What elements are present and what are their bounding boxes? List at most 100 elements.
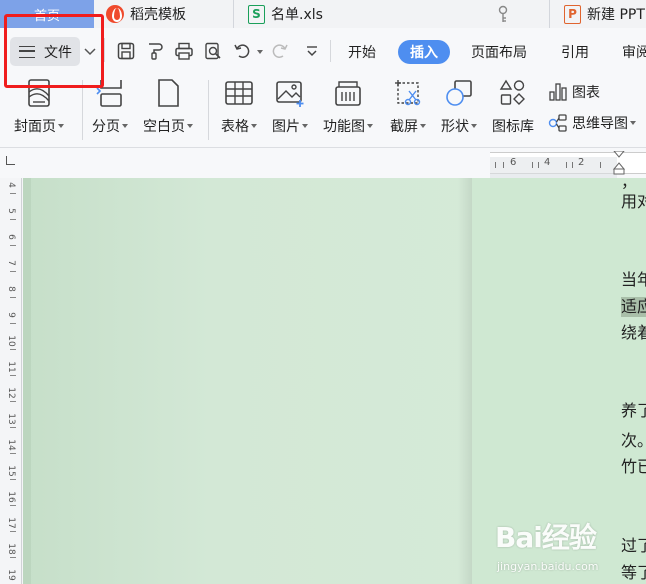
save-icon[interactable]: [116, 41, 136, 61]
ruler-mark: 2: [578, 157, 585, 168]
key-icon[interactable]: [496, 5, 510, 23]
ruler-mark: 14: [6, 439, 16, 451]
horizontal-ruler[interactable]: 6 4 2: [490, 151, 646, 179]
ruler-mark: 15: [6, 465, 16, 477]
cover-page-button[interactable]: 封面页: [14, 78, 64, 136]
picture-button[interactable]: 图片: [272, 78, 308, 136]
dropdown-arrow-icon: [471, 124, 477, 128]
ruler-mark: 16: [6, 491, 16, 503]
page-shadow: [458, 178, 472, 584]
tab-references[interactable]: 引用: [561, 40, 589, 64]
ruler-mark: 9: [6, 312, 16, 318]
text-line-fragment: ，: [621, 172, 638, 191]
file-menu-button[interactable]: 文件: [10, 37, 80, 66]
divider: [208, 80, 209, 140]
ruler-mark: 6: [6, 234, 16, 240]
hamburger-menu-icon: [19, 45, 35, 58]
dropdown-arrow-icon: [251, 124, 257, 128]
print-preview-icon[interactable]: [203, 41, 223, 61]
tab-home[interactable]: 首页: [0, 0, 94, 28]
dropdown-arrow-icon: [367, 124, 373, 128]
page-break-label: 分页: [92, 119, 120, 135]
tab-ppt-label: 新建 PPT: [587, 7, 645, 23]
ruler-tick: [10, 453, 16, 454]
shape-label: 形状: [441, 119, 469, 135]
table-button[interactable]: 表格: [221, 78, 257, 136]
cover-page-icon: [28, 79, 50, 107]
tab-daoke-label: 稻壳模板: [130, 7, 186, 23]
ruler-tick: [10, 349, 16, 350]
tab-review[interactable]: 审阅: [622, 40, 646, 64]
tab-start[interactable]: 开始: [348, 40, 376, 64]
format-painter-icon[interactable]: [145, 41, 165, 61]
text-line[interactable]: 当年: [621, 270, 646, 290]
vertical-ruler[interactable]: 4 5 6 7 8 9 10 11 12 13 14 15 16 17 18 1…: [0, 178, 22, 584]
ruler-tick: [10, 427, 16, 428]
file-menu-label: 文件: [44, 44, 72, 61]
text-line[interactable]: 绕着: [621, 323, 646, 343]
ruler-tick: [10, 245, 16, 246]
tab-home-label: 首页: [33, 8, 60, 24]
text-line-highlighted[interactable]: 适应: [621, 297, 646, 317]
ruler-tick: [10, 401, 16, 402]
screenshot-label: 截屏: [390, 119, 418, 135]
ribbon-tab-row: 文件 开始 插入 页面布局 引用 审阅: [0, 28, 646, 70]
ruler-tick: [10, 271, 16, 272]
text-line[interactable]: 次。: [621, 431, 646, 451]
ruler-tick: [10, 323, 16, 324]
dropdown-arrow-icon: [420, 124, 426, 128]
ruler-tick: [10, 375, 16, 376]
function-chart-label: 功能图: [323, 119, 365, 135]
chart-label: 图表: [572, 85, 600, 101]
redo-icon[interactable]: [270, 41, 290, 61]
ruler-tick: [10, 479, 16, 480]
chart-button[interactable]: 图表: [548, 82, 600, 102]
screenshot-icon: [395, 80, 421, 106]
ruler-mark: 7: [6, 260, 16, 266]
picture-icon: [276, 81, 304, 107]
undo-icon[interactable]: [232, 41, 252, 61]
ruler-tick: [538, 162, 539, 168]
icon-library-button[interactable]: 图标库: [492, 78, 534, 136]
text-line[interactable]: 用对: [621, 192, 646, 212]
function-chart-button[interactable]: 功能图: [323, 78, 373, 136]
ruler-tick: [600, 162, 601, 168]
tab-stop-selector-icon[interactable]: [6, 156, 15, 165]
ruler-mark: 18: [6, 543, 16, 555]
ruler-tick: [10, 505, 16, 506]
shape-button[interactable]: 形状: [441, 78, 477, 136]
bar-chart-icon: [549, 83, 567, 101]
ruler-mark: 12: [6, 387, 16, 399]
page-break-button[interactable]: 分页: [92, 78, 128, 136]
undo-dropdown-icon[interactable]: [257, 50, 263, 54]
cover-page-label: 封面页: [14, 119, 56, 135]
divider: [104, 38, 105, 62]
ruler-mark: 4: [6, 182, 16, 188]
ruler-tick: [572, 162, 573, 168]
chevron-down-icon[interactable]: [84, 45, 96, 57]
icon-library-icon: [499, 79, 525, 105]
daoke-logo-icon: [106, 5, 124, 23]
blank-page-label: 空白页: [143, 119, 185, 135]
ruler-mark: 5: [6, 208, 16, 214]
document-left-margin: [23, 178, 31, 584]
ruler-tick: [566, 162, 567, 168]
customize-toolbar-icon[interactable]: [302, 41, 322, 61]
blank-page-button[interactable]: 空白页: [143, 78, 193, 136]
tab-new-ppt[interactable]: P 新建 PPT: [550, 0, 646, 28]
dropdown-arrow-icon: [122, 124, 128, 128]
text-line[interactable]: 竹已: [621, 457, 646, 477]
ruler-mark: 11: [6, 361, 16, 373]
tab-daoke-templates[interactable]: 稻壳模板: [94, 0, 234, 28]
watermark-logo-text: Bai经验: [495, 521, 597, 554]
print-icon[interactable]: [174, 41, 194, 61]
dropdown-arrow-icon: [630, 121, 636, 125]
window-tab-bar: 首页 稻壳模板 S 名单.xls P 新建 PPT: [0, 0, 646, 28]
text-line[interactable]: 养了: [621, 401, 646, 421]
mindmap-label: 思维导图: [572, 116, 628, 132]
mindmap-button[interactable]: 思维导图: [548, 113, 636, 133]
table-label: 表格: [221, 119, 249, 135]
tab-page-layout[interactable]: 页面布局: [471, 40, 527, 64]
tab-insert[interactable]: 插入: [398, 40, 450, 64]
screenshot-button[interactable]: 截屏: [390, 78, 426, 136]
